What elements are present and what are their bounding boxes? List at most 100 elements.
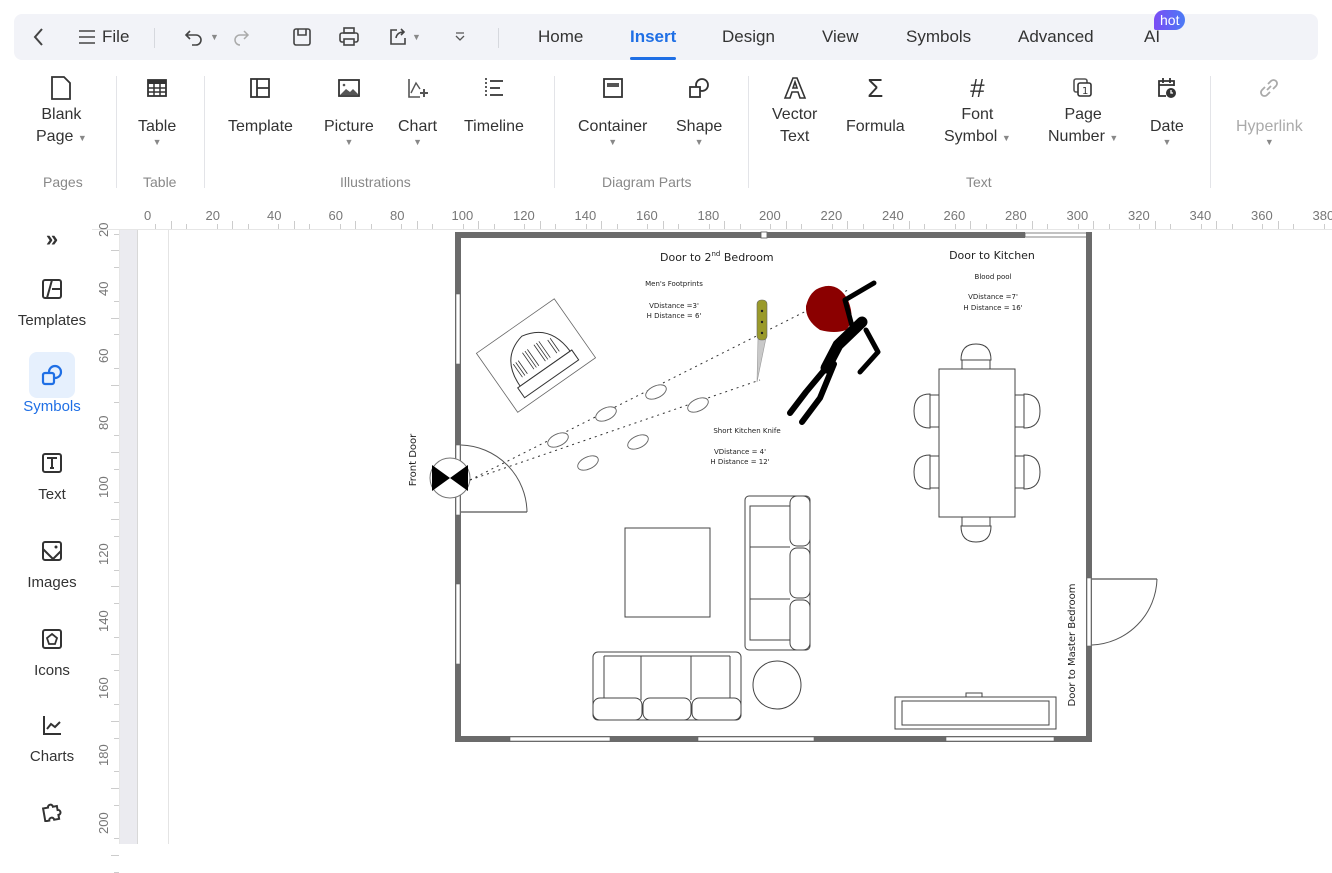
blood-pool[interactable] — [806, 286, 852, 332]
sofa-horizontal[interactable] — [593, 652, 741, 720]
date-label: Date — [1150, 116, 1184, 138]
print-button[interactable] — [338, 14, 360, 60]
page-number-button[interactable]: 1 Page Number ▼ — [1048, 74, 1118, 148]
timeline-icon — [483, 77, 505, 99]
images-icon — [42, 541, 62, 561]
sidebar-item-charts[interactable]: Charts — [0, 702, 104, 765]
ruler-tick — [1093, 221, 1094, 229]
more-button[interactable] — [454, 14, 466, 60]
ruler-tick-label: 280 — [1005, 208, 1027, 223]
tab-design[interactable]: Design — [722, 14, 775, 60]
date-button[interactable]: Date ▼ — [1150, 74, 1184, 146]
ruler-tick — [1262, 224, 1263, 229]
ruler-tick — [601, 221, 602, 229]
timeline-label: Timeline — [464, 116, 524, 138]
font-symbol-button[interactable]: # Font Symbol ▼ — [944, 74, 1011, 148]
expand-sidebar-button[interactable]: » — [0, 216, 104, 262]
sidebar-item-icons[interactable]: Icons — [0, 616, 104, 679]
group-label-pages: Pages — [43, 174, 83, 190]
sidebar-item-templates[interactable]: Templates — [0, 266, 104, 329]
container-button[interactable]: Container ▼ — [578, 74, 647, 146]
sidebar-item-text[interactable]: Text — [0, 440, 104, 503]
redo-button[interactable] — [232, 14, 252, 60]
export-icon — [388, 27, 408, 47]
wall-bottom — [455, 736, 1092, 742]
chart-button[interactable]: Chart ▼ — [398, 74, 437, 146]
save-button[interactable] — [292, 14, 312, 60]
undo-dropdown-caret[interactable]: ▼ — [210, 32, 219, 42]
body-outline[interactable] — [790, 283, 878, 422]
ruler-tick — [786, 221, 787, 229]
ruler-tick — [432, 224, 433, 229]
blood-pool-vdistance: VDistance =7' — [968, 293, 1018, 301]
ruler-tick-label: 80 — [390, 208, 404, 223]
picture-button[interactable]: Picture ▼ — [324, 74, 374, 146]
knife[interactable] — [757, 300, 767, 382]
timeline-button[interactable]: Timeline — [464, 74, 524, 138]
ruler-tick — [114, 838, 119, 839]
ruler-tick-label: 120 — [96, 543, 111, 565]
footprints[interactable] — [545, 382, 710, 473]
double-chevron-right-icon: » — [29, 216, 75, 262]
knife-hdistance: H Distance = 12' — [710, 458, 769, 466]
ruler-tick-label: 180 — [96, 745, 111, 767]
back-button[interactable] — [32, 14, 46, 60]
blank-page-button[interactable]: Blank Page ▼ — [36, 74, 87, 148]
sidebar-item-plugins[interactable] — [0, 788, 104, 834]
tv-console[interactable] — [895, 693, 1056, 729]
vector-text-button[interactable]: Vector Text — [772, 74, 817, 148]
evidence-marker[interactable] — [430, 458, 470, 498]
room-walls[interactable] — [455, 232, 1092, 742]
sofa-vertical[interactable] — [745, 496, 810, 650]
tab-symbols[interactable]: Symbols — [906, 14, 971, 60]
ruler-tick — [114, 536, 119, 537]
tab-home[interactable]: Home — [538, 14, 583, 60]
ruler-tick-label: 140 — [96, 610, 111, 632]
ruler-tick-label: 180 — [698, 208, 720, 223]
round-side-table[interactable] — [753, 661, 801, 709]
tab-view[interactable]: View — [822, 14, 859, 60]
tab-advanced[interactable]: Advanced — [1018, 14, 1094, 60]
ruler-tick — [417, 221, 418, 229]
export-dropdown-caret[interactable]: ▼ — [412, 32, 421, 42]
file-menu[interactable]: File — [78, 14, 129, 60]
ruler-tick — [924, 224, 925, 229]
window-bottom-2 — [698, 737, 814, 741]
coffee-table[interactable] — [625, 528, 710, 617]
ruler-tick — [1216, 221, 1217, 229]
ruler-tick-label: 40 — [267, 208, 281, 223]
formula-button[interactable]: Σ Formula — [846, 74, 905, 138]
hash-icon: # — [970, 77, 984, 99]
template-button[interactable]: Template — [228, 74, 293, 138]
dining-table[interactable] — [914, 344, 1040, 542]
divider — [204, 76, 205, 188]
divider — [116, 76, 117, 188]
ruler-tick — [111, 788, 119, 789]
hyperlink-button[interactable]: Hyperlink ▼ — [1236, 74, 1303, 146]
left-sidebar: » Templates Symbols Text Images Icons Ch… — [0, 206, 92, 844]
vector-text-icon — [783, 76, 807, 100]
ruler-tick — [663, 221, 664, 229]
blood-pool-title: Blood pool — [975, 273, 1012, 281]
trajectory-lines — [470, 290, 848, 480]
front-door-swing[interactable] — [461, 445, 527, 512]
ruler-tick — [114, 435, 119, 436]
sidebar-item-images[interactable]: Images — [0, 528, 104, 591]
container-icon — [603, 78, 623, 98]
export-button[interactable]: ▼ — [388, 14, 421, 60]
ruler-tick-label: 320 — [1128, 208, 1150, 223]
piano[interactable] — [476, 299, 595, 412]
table-button[interactable]: Table ▼ — [138, 74, 176, 146]
ruler-tick — [647, 224, 648, 229]
shape-button[interactable]: Shape ▼ — [676, 74, 722, 146]
ruler-tick-label: 60 — [96, 349, 111, 363]
ruler-tick — [478, 221, 479, 229]
master-door-swing[interactable] — [1092, 579, 1157, 645]
tab-insert[interactable]: Insert — [630, 14, 676, 60]
shape-icon — [688, 77, 710, 99]
ruler-tick — [770, 224, 771, 229]
undo-button[interactable]: ▼ — [184, 14, 219, 60]
chevron-double-down-icon — [454, 31, 466, 43]
sidebar-item-symbols[interactable]: Symbols — [0, 352, 104, 415]
ruler-tick-label: 0 — [144, 208, 151, 223]
